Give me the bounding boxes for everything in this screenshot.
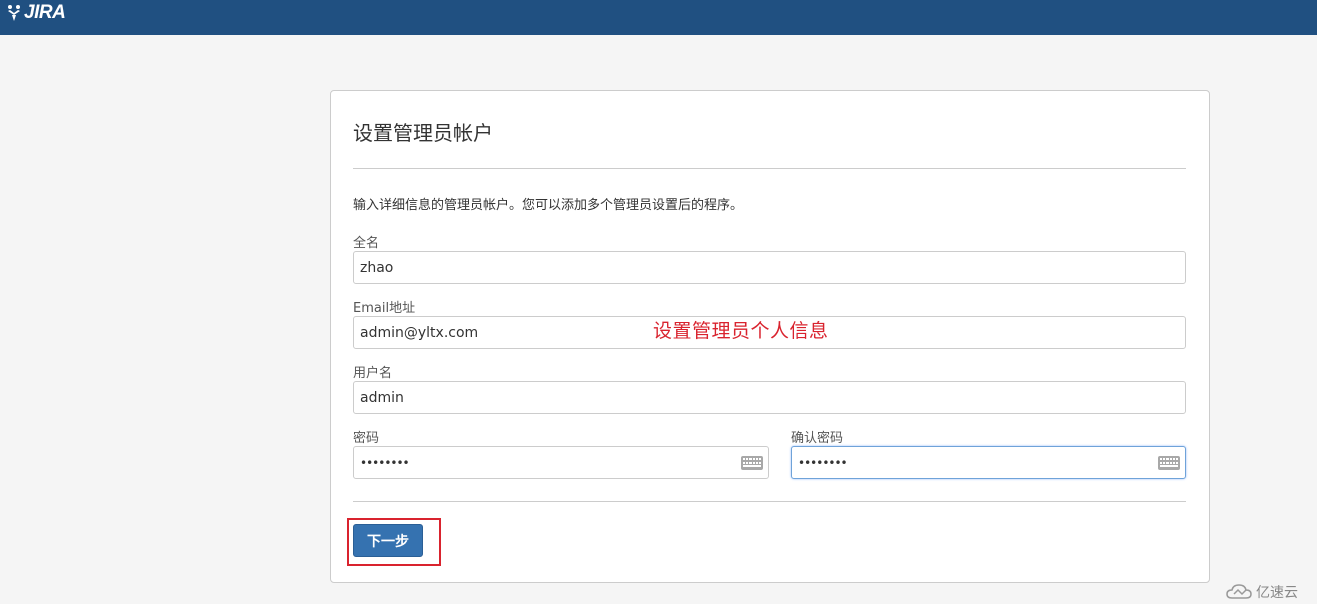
watermark-text: 亿速云 — [1256, 585, 1298, 601]
page-title: 设置管理员帐户 — [353, 121, 493, 145]
confirm-password-value: •••••••• — [798, 455, 848, 470]
email-value: admin@yltx.com — [360, 324, 479, 341]
confirm-password-label: 确认密码 — [791, 431, 844, 446]
email-label: Email地址 — [353, 301, 416, 316]
confirm-password-field[interactable]: •••••••• — [791, 446, 1186, 479]
title-divider — [353, 168, 1186, 169]
password-value: •••••••• — [360, 455, 410, 470]
fullname-field[interactable]: zhao — [353, 251, 1186, 284]
watermark: 亿速云 — [1226, 582, 1298, 602]
keyboard-icon[interactable] — [1158, 456, 1180, 470]
jira-logo-icon — [8, 5, 20, 21]
next-button[interactable]: 下一步 — [353, 524, 423, 557]
jira-logo[interactable]: JIRA — [6, 2, 66, 24]
keyboard-icon[interactable] — [741, 456, 763, 470]
cloud-logo-icon — [1226, 584, 1252, 599]
username-field[interactable]: admin — [353, 381, 1186, 414]
top-navigation-bar: JIRA — [0, 0, 1317, 35]
password-label: 密码 — [353, 431, 380, 446]
password-field[interactable]: •••••••• — [353, 446, 769, 479]
username-label: 用户名 — [353, 366, 393, 381]
logo-text: JIRA — [24, 2, 66, 23]
annotation-text: 设置管理员个人信息 — [653, 320, 829, 342]
fullname-value: zhao — [360, 259, 394, 276]
fullname-label: 全名 — [353, 236, 380, 251]
form-description: 输入详细信息的管理员帐户。您可以添加多个管理员设置后的程序。 — [353, 198, 744, 213]
form-footer-divider — [353, 501, 1186, 502]
username-value: admin — [360, 389, 404, 406]
